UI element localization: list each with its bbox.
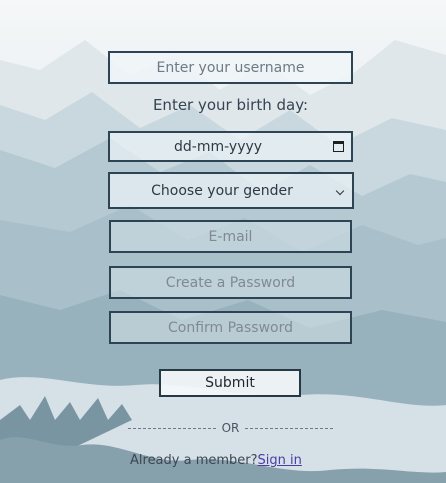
divider-line-right (245, 427, 334, 429)
or-divider: OR (128, 420, 334, 436)
member-prompt-text: Already a member? (130, 453, 258, 468)
create-password-input[interactable]: Create a Password (109, 266, 352, 299)
username-input[interactable]: Enter your username (108, 51, 353, 84)
email-input[interactable]: E-mail (109, 220, 352, 253)
calendar-icon[interactable] (333, 141, 344, 152)
birth-date-input[interactable]: dd-mm-yyyy (108, 131, 353, 162)
submit-button[interactable]: Submit (159, 369, 301, 397)
sign-in-link[interactable]: Sign in (258, 453, 302, 468)
divider-line-left (128, 427, 216, 429)
gender-selected-value: Choose your gender (151, 182, 293, 199)
gender-select[interactable]: Choose your gender (108, 172, 354, 209)
or-label: OR (221, 421, 240, 435)
date-value: dd-mm-yyyy (174, 138, 263, 155)
registration-form: Enter your username Enter your birth day… (0, 0, 446, 483)
birth-day-label: Enter your birth day: (152, 96, 309, 114)
member-prompt-row: Already a member?Sign in (130, 453, 302, 468)
confirm-password-input[interactable]: Confirm Password (109, 311, 352, 344)
chevron-down-icon (335, 186, 345, 196)
